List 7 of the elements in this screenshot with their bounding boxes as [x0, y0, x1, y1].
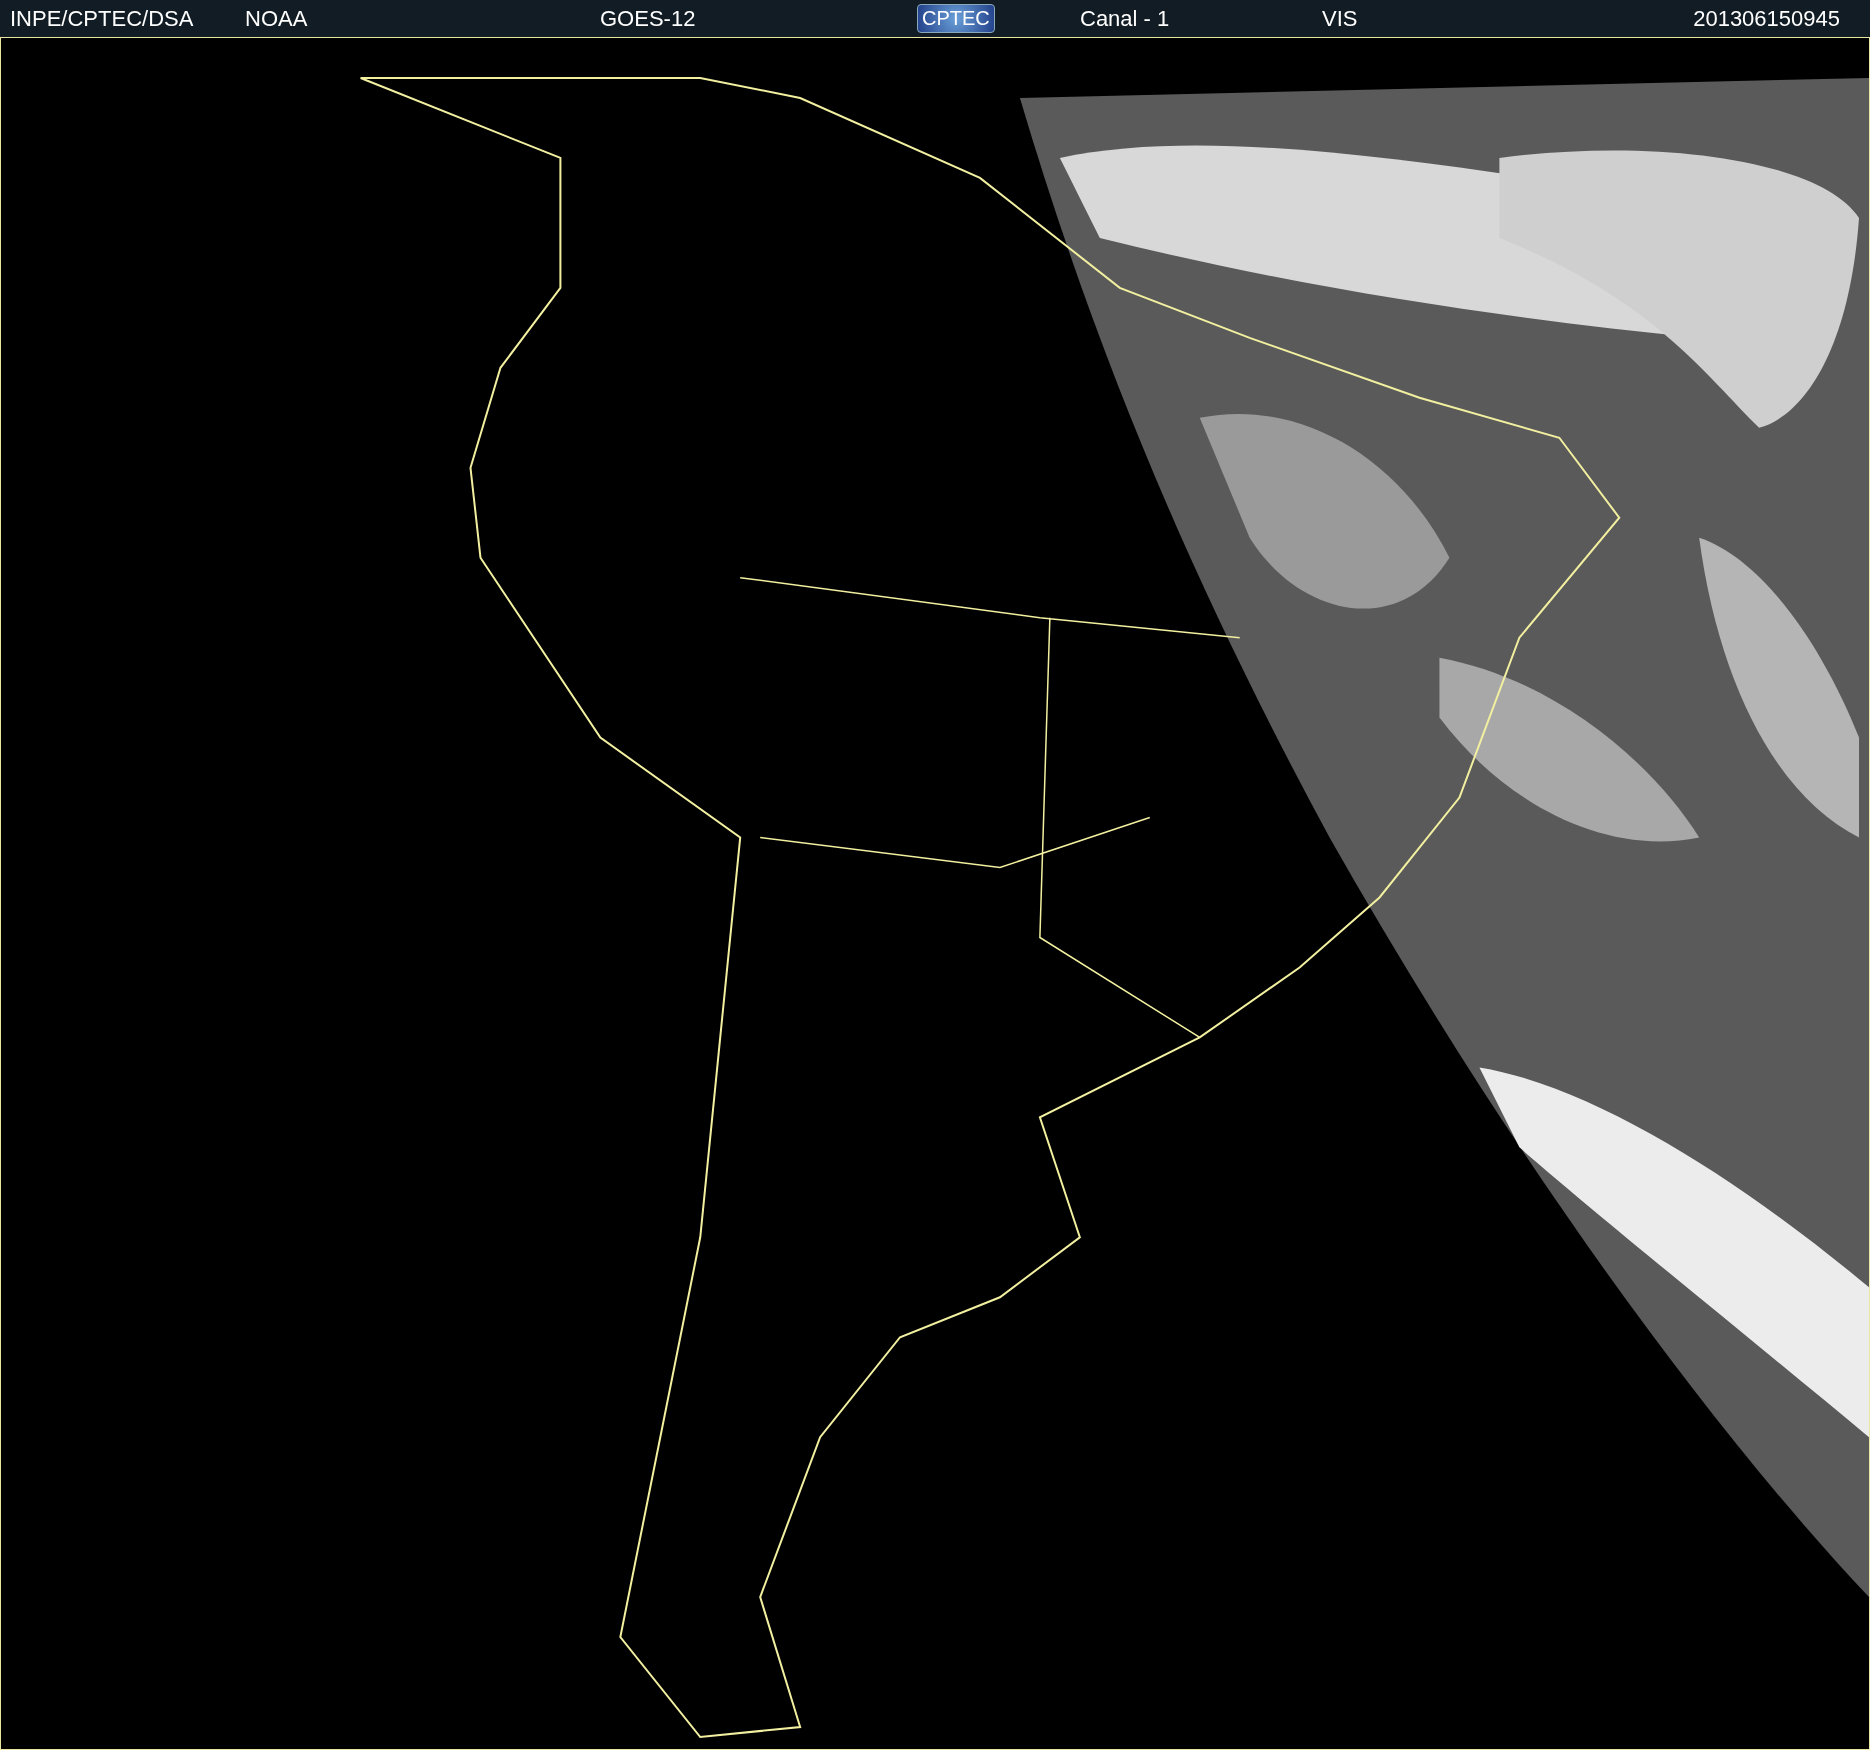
header-label: Canal - 1	[1080, 5, 1171, 32]
header-label: VIS	[1322, 5, 1359, 32]
header-label: NOAA	[245, 5, 309, 32]
logo: CPTEC	[917, 4, 995, 33]
header-label: GOES-12	[600, 5, 697, 32]
header-label: 201306150945	[1693, 5, 1840, 32]
header-label: INPE/CPTEC/DSA	[10, 5, 195, 32]
